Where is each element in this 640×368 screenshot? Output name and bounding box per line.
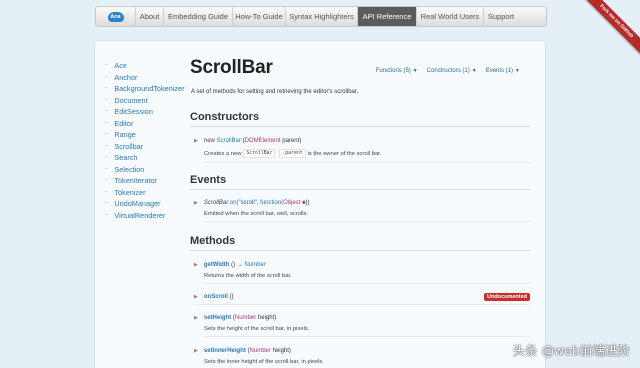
constructor-member: ▶ new ScrollBar ( DOMElement parent) Cre…	[194, 138, 530, 163]
method-name[interactable]: setInnerHeight	[204, 348, 246, 354]
sidebar-item-virtual-renderer[interactable]: VirtualRenderer	[105, 210, 185, 222]
sidebar-item-ace[interactable]: Ace	[105, 60, 185, 72]
constructor-signature[interactable]: ▶ new ScrollBar ( DOMElement parent)	[194, 138, 530, 144]
event-param-type[interactable]: Object	[283, 200, 300, 206]
method-set-inner-height: ▶ setInnerHeight ( Number height) Sets t…	[194, 348, 530, 365]
event-method: .on(	[228, 200, 239, 206]
nav-about[interactable]: About	[136, 7, 164, 26]
sidebar-item-document[interactable]: Document	[105, 95, 185, 107]
method-set-height: ▶ setHeight ( Number height) Sets the he…	[194, 315, 530, 337]
nav-syntax-highlighters[interactable]: Syntax Highlighters	[286, 7, 358, 26]
nav-api-reference[interactable]: API Reference	[358, 7, 417, 26]
sidebar-item-editor[interactable]: Editor	[105, 118, 185, 130]
method-name[interactable]: setHeight	[204, 315, 231, 321]
section-events: Events	[190, 174, 530, 190]
chevron-down-icon: ▼	[412, 68, 418, 74]
sidebar-item-background-tokenizer[interactable]: BackgroundTokenizer	[105, 83, 184, 95]
method-name[interactable]: getWidth	[204, 262, 230, 268]
page-title: ScrollBar	[190, 57, 273, 78]
code-scrollbar: ScrollBar	[243, 149, 276, 158]
sidebar-item-anchor[interactable]: Anchor	[105, 72, 185, 84]
event-function: , function(	[256, 200, 284, 206]
ace-logo-icon: Ace	[107, 11, 124, 22]
github-ribbon[interactable]: Fork me on GitHub	[580, 0, 640, 60]
sidebar-item-selection[interactable]: Selection	[105, 164, 185, 176]
constructor-name[interactable]: ScrollBar	[217, 138, 241, 144]
nav-real-world-users[interactable]: Real World Users	[417, 7, 484, 26]
event-close: ))	[305, 200, 310, 206]
member-filters: Functions (5) ▼ Constructors (1) ▼ Event…	[376, 68, 520, 74]
method-sig: ()	[231, 262, 236, 268]
method-signature[interactable]: ▶ setHeight ( Number height)	[194, 315, 530, 321]
param-name: height)	[272, 348, 291, 354]
chevron-down-icon: ▼	[471, 68, 477, 74]
method-get-width: ▶ getWidth () → Number Returns the width…	[194, 262, 530, 284]
functions-filter-label: Functions (5)	[375, 68, 411, 74]
api-sidebar: Ace Anchor BackgroundTokenizer Document …	[105, 60, 185, 222]
sidebar-item-tokenizer[interactable]: Tokenizer	[105, 187, 185, 199]
watermark: 头条 @web前端进阶	[512, 343, 630, 358]
method-signature[interactable]: ▶ setInnerHeight ( Number height)	[194, 348, 530, 354]
undocumented-badge: Undocumented	[483, 293, 530, 301]
return-type[interactable]: Number	[244, 262, 265, 268]
sidebar-item-token-iterator[interactable]: TokenIterator	[105, 175, 185, 187]
param-type[interactable]: Number	[250, 348, 271, 354]
new-keyword: new	[203, 138, 215, 144]
param-name: height)	[257, 315, 277, 321]
constructors-filter[interactable]: Constructors (1) ▼	[427, 68, 477, 74]
expand-triangle-icon[interactable]: ▶	[194, 348, 198, 354]
event-object: ScrollBar	[203, 200, 229, 206]
event-name: "scroll"	[238, 200, 257, 206]
expand-triangle-icon[interactable]: ▶	[194, 138, 198, 144]
event-description: Emitted when the scroll bar, well, scrol…	[204, 211, 530, 222]
top-navbar: Ace About Embedding Guide How-To Guide S…	[95, 6, 547, 27]
events-filter-label: Events (1)	[485, 68, 514, 74]
method-name[interactable]: onScroll	[204, 294, 228, 300]
expand-triangle-icon[interactable]: ▶	[194, 294, 198, 300]
ace-logo[interactable]: Ace	[96, 7, 136, 26]
events-filter[interactable]: Events (1) ▼	[486, 68, 520, 74]
functions-filter[interactable]: Functions (5) ▼	[376, 68, 418, 74]
method-description: Sets the inner height of the scroll bar,…	[204, 359, 324, 365]
sidebar-item-undo-manager[interactable]: UndoManager	[105, 198, 185, 210]
section-constructors: Constructors	[190, 111, 530, 127]
expand-triangle-icon[interactable]: ▶	[194, 315, 198, 321]
code-parent: .parent	[279, 149, 306, 158]
ribbon-label[interactable]: Fork me on GitHub	[580, 0, 640, 58]
desc-post: is the owner of the scroll bar.	[307, 150, 382, 157]
main-panel: Ace Anchor BackgroundTokenizer Document …	[94, 40, 546, 368]
constructors-filter-label: Constructors (1)	[426, 68, 470, 74]
method-signature[interactable]: ▶ getWidth () → Number	[194, 262, 530, 268]
method-on-scroll: ▶ onScroll () Undocumented	[194, 293, 530, 305]
page-description: A set of methods for setting and retriev…	[191, 89, 359, 95]
nav-embedding-guide[interactable]: Embedding Guide	[164, 7, 233, 26]
method-sig: ()	[229, 294, 234, 300]
event-signature[interactable]: ▶ ScrollBar .on( "scroll" , function( Ob…	[194, 200, 530, 206]
expand-triangle-icon[interactable]: ▶	[194, 200, 198, 206]
method-description: Sets the height of the scroll bar, in pi…	[204, 326, 530, 337]
desc-pre: Creates a new	[204, 150, 242, 157]
chevron-down-icon: ▼	[515, 68, 520, 74]
expand-triangle-icon[interactable]: ▶	[194, 262, 198, 268]
nav-support[interactable]: Support	[484, 7, 518, 26]
param-type[interactable]: Number	[235, 315, 256, 321]
sidebar-item-search[interactable]: Search	[105, 152, 185, 164]
method-signature[interactable]: ▶ onScroll () Undocumented	[194, 293, 530, 305]
section-methods: Methods	[190, 235, 530, 251]
param-name: parent)	[282, 138, 302, 144]
nav-how-to-guide[interactable]: How-To Guide	[233, 7, 286, 26]
return-arrow-icon: →	[236, 262, 243, 268]
method-description: Returns the width of the scroll bar.	[204, 273, 530, 284]
param-type[interactable]: DOMElement	[245, 138, 281, 144]
sidebar-item-edit-session[interactable]: EditSession	[105, 106, 185, 118]
event-member: ▶ ScrollBar .on( "scroll" , function( Ob…	[194, 200, 530, 222]
sidebar-item-range[interactable]: Range	[105, 129, 185, 141]
constructor-description: Creates a new ScrollBar .parent is the o…	[204, 149, 530, 163]
sidebar-item-scrollbar[interactable]: Scrollbar	[105, 141, 185, 153]
